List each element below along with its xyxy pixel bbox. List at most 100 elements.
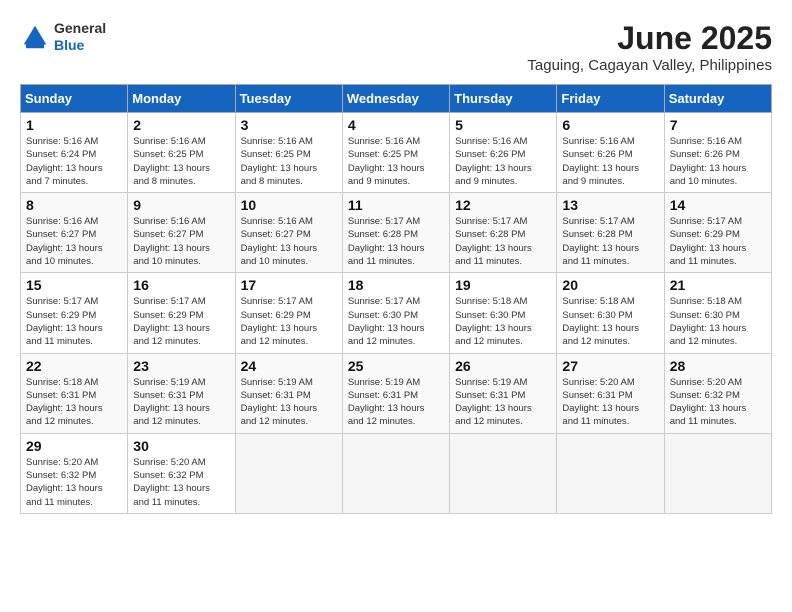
calendar-day: 22Sunrise: 5:18 AM Sunset: 6:31 PM Dayli… [21, 353, 128, 433]
logo-blue: Blue [54, 37, 106, 54]
day-info: Sunrise: 5:18 AM Sunset: 6:30 PM Dayligh… [562, 295, 658, 348]
calendar-day: 28 Sunrise: 5:20 AM Sunset: 6:32 PM Dayli… [664, 353, 771, 433]
day-info: Sunrise: 5:16 AM Sunset: 6:24 PM Dayligh… [26, 135, 122, 188]
day-info: Sunrise: 5:18 AM Sunset: 6:30 PM Dayligh… [455, 295, 551, 348]
day-number: 13 [562, 197, 658, 213]
day-info: Sunrise: 5:17 AM Sunset: 6:29 PM Dayligh… [670, 215, 766, 268]
logo-icon [20, 22, 50, 52]
calendar-day: 10Sunrise: 5:16 AM Sunset: 6:27 PM Dayli… [235, 193, 342, 273]
header-day-monday: Monday [128, 85, 235, 113]
calendar-day: 11 Sunrise: 5:17 AM Sunset: 6:28 PM Dayli… [342, 193, 449, 273]
calendar-day: 13 Sunrise: 5:17 AM Sunset: 6:28 PM Dayli… [557, 193, 664, 273]
header-day-sunday: Sunday [21, 85, 128, 113]
header-day-wednesday: Wednesday [342, 85, 449, 113]
day-info: Sunrise: 5:18 AM Sunset: 6:30 PM Dayligh… [670, 295, 766, 348]
day-info: Sunrise: 5:17 AM Sunset: 6:28 PM Dayligh… [348, 215, 444, 268]
day-number: 22 [26, 358, 122, 374]
day-info: Sunrise: 5:19 AM Sunset: 6:31 PM Dayligh… [241, 376, 337, 429]
day-number: 3 [241, 117, 337, 133]
day-info: Sunrise: 5:20 AM Sunset: 6:31 PM Dayligh… [562, 376, 658, 429]
calendar-body: 1 Sunrise: 5:16 AM Sunset: 6:24 PM Daylig… [21, 113, 772, 514]
calendar-day: 5Sunrise: 5:16 AM Sunset: 6:26 PM Daylig… [450, 113, 557, 193]
calendar-day: 4Sunrise: 5:16 AM Sunset: 6:25 PM Daylig… [342, 113, 449, 193]
logo-text: General Blue [54, 20, 106, 54]
page-header: General Blue June 2025 Taguing, Cagayan … [20, 20, 772, 74]
header-day-tuesday: Tuesday [235, 85, 342, 113]
calendar-day: 30 Sunrise: 5:20 AM Sunset: 6:32 PM Dayli… [128, 433, 235, 513]
day-number: 7 [670, 117, 766, 133]
calendar-day: 6 Sunrise: 5:16 AM Sunset: 6:26 PM Daylig… [557, 113, 664, 193]
day-info: Sunrise: 5:19 AM Sunset: 6:31 PM Dayligh… [348, 376, 444, 429]
calendar-day: 27Sunrise: 5:20 AM Sunset: 6:31 PM Dayli… [557, 353, 664, 433]
day-number: 20 [562, 277, 658, 293]
calendar-day: 18 Sunrise: 5:17 AM Sunset: 6:30 PM Dayli… [342, 273, 449, 353]
calendar-day [664, 433, 771, 513]
day-number: 9 [133, 197, 229, 213]
calendar-day: 14 Sunrise: 5:17 AM Sunset: 6:29 PM Dayli… [664, 193, 771, 273]
calendar-day [342, 433, 449, 513]
day-number: 1 [26, 117, 122, 133]
calendar-day: 2 Sunrise: 5:16 AM Sunset: 6:25 PM Daylig… [128, 113, 235, 193]
day-info: Sunrise: 5:16 AM Sunset: 6:27 PM Dayligh… [133, 215, 229, 268]
calendar-day [235, 433, 342, 513]
logo: General Blue [20, 20, 106, 54]
calendar-day: 26Sunrise: 5:19 AM Sunset: 6:31 PM Dayli… [450, 353, 557, 433]
day-number: 15 [26, 277, 122, 293]
calendar-header: SundayMondayTuesdayWednesdayThursdayFrid… [21, 85, 772, 113]
day-number: 21 [670, 277, 766, 293]
header-day-saturday: Saturday [664, 85, 771, 113]
calendar-day: 3 Sunrise: 5:16 AM Sunset: 6:25 PM Daylig… [235, 113, 342, 193]
day-info: Sunrise: 5:16 AM Sunset: 6:26 PM Dayligh… [562, 135, 658, 188]
calendar-day: 9 Sunrise: 5:16 AM Sunset: 6:27 PM Daylig… [128, 193, 235, 273]
calendar-day: 1 Sunrise: 5:16 AM Sunset: 6:24 PM Daylig… [21, 113, 128, 193]
calendar-day: 24Sunrise: 5:19 AM Sunset: 6:31 PM Dayli… [235, 353, 342, 433]
day-number: 11 [348, 197, 444, 213]
day-number: 16 [133, 277, 229, 293]
calendar-week-3: 15 Sunrise: 5:17 AM Sunset: 6:29 PM Dayli… [21, 273, 772, 353]
calendar-table: SundayMondayTuesdayWednesdayThursdayFrid… [20, 84, 772, 514]
day-info: Sunrise: 5:20 AM Sunset: 6:32 PM Dayligh… [133, 456, 229, 509]
day-number: 8 [26, 197, 122, 213]
calendar-day: 23Sunrise: 5:19 AM Sunset: 6:31 PM Dayli… [128, 353, 235, 433]
day-number: 25 [348, 358, 444, 374]
day-number: 14 [670, 197, 766, 213]
calendar-day: 29 Sunrise: 5:20 AM Sunset: 6:32 PM Dayli… [21, 433, 128, 513]
header-row: SundayMondayTuesdayWednesdayThursdayFrid… [21, 85, 772, 113]
day-info: Sunrise: 5:16 AM Sunset: 6:25 PM Dayligh… [348, 135, 444, 188]
day-number: 29 [26, 438, 122, 454]
day-info: Sunrise: 5:16 AM Sunset: 6:27 PM Dayligh… [26, 215, 122, 268]
day-number: 2 [133, 117, 229, 133]
day-info: Sunrise: 5:16 AM Sunset: 6:26 PM Dayligh… [670, 135, 766, 188]
day-number: 30 [133, 438, 229, 454]
day-info: Sunrise: 5:16 AM Sunset: 6:27 PM Dayligh… [241, 215, 337, 268]
day-info: Sunrise: 5:17 AM Sunset: 6:29 PM Dayligh… [26, 295, 122, 348]
day-number: 28 [670, 358, 766, 374]
calendar-week-4: 22Sunrise: 5:18 AM Sunset: 6:31 PM Dayli… [21, 353, 772, 433]
day-info: Sunrise: 5:17 AM Sunset: 6:28 PM Dayligh… [562, 215, 658, 268]
calendar-week-5: 29 Sunrise: 5:20 AM Sunset: 6:32 PM Dayli… [21, 433, 772, 513]
calendar-day: 25 Sunrise: 5:19 AM Sunset: 6:31 PM Dayli… [342, 353, 449, 433]
calendar-day: 7 Sunrise: 5:16 AM Sunset: 6:26 PM Daylig… [664, 113, 771, 193]
calendar-day: 17Sunrise: 5:17 AM Sunset: 6:29 PM Dayli… [235, 273, 342, 353]
day-info: Sunrise: 5:17 AM Sunset: 6:30 PM Dayligh… [348, 295, 444, 348]
day-info: Sunrise: 5:20 AM Sunset: 6:32 PM Dayligh… [670, 376, 766, 429]
day-info: Sunrise: 5:20 AM Sunset: 6:32 PM Dayligh… [26, 456, 122, 509]
calendar-day: 15 Sunrise: 5:17 AM Sunset: 6:29 PM Dayli… [21, 273, 128, 353]
day-number: 23 [133, 358, 229, 374]
day-number: 6 [562, 117, 658, 133]
day-info: Sunrise: 5:16 AM Sunset: 6:25 PM Dayligh… [133, 135, 229, 188]
calendar-week-1: 1 Sunrise: 5:16 AM Sunset: 6:24 PM Daylig… [21, 113, 772, 193]
day-info: Sunrise: 5:17 AM Sunset: 6:29 PM Dayligh… [241, 295, 337, 348]
day-info: Sunrise: 5:16 AM Sunset: 6:25 PM Dayligh… [241, 135, 337, 188]
calendar-day [450, 433, 557, 513]
calendar-week-2: 8 Sunrise: 5:16 AM Sunset: 6:27 PM Daylig… [21, 193, 772, 273]
calendar-day: 12Sunrise: 5:17 AM Sunset: 6:28 PM Dayli… [450, 193, 557, 273]
calendar-day: 8 Sunrise: 5:16 AM Sunset: 6:27 PM Daylig… [21, 193, 128, 273]
day-number: 18 [348, 277, 444, 293]
day-number: 19 [455, 277, 551, 293]
title-area: June 2025 Taguing, Cagayan Valley, Phili… [527, 20, 772, 74]
day-info: Sunrise: 5:16 AM Sunset: 6:26 PM Dayligh… [455, 135, 551, 188]
logo-general: General [54, 20, 106, 37]
day-info: Sunrise: 5:17 AM Sunset: 6:28 PM Dayligh… [455, 215, 551, 268]
header-day-friday: Friday [557, 85, 664, 113]
